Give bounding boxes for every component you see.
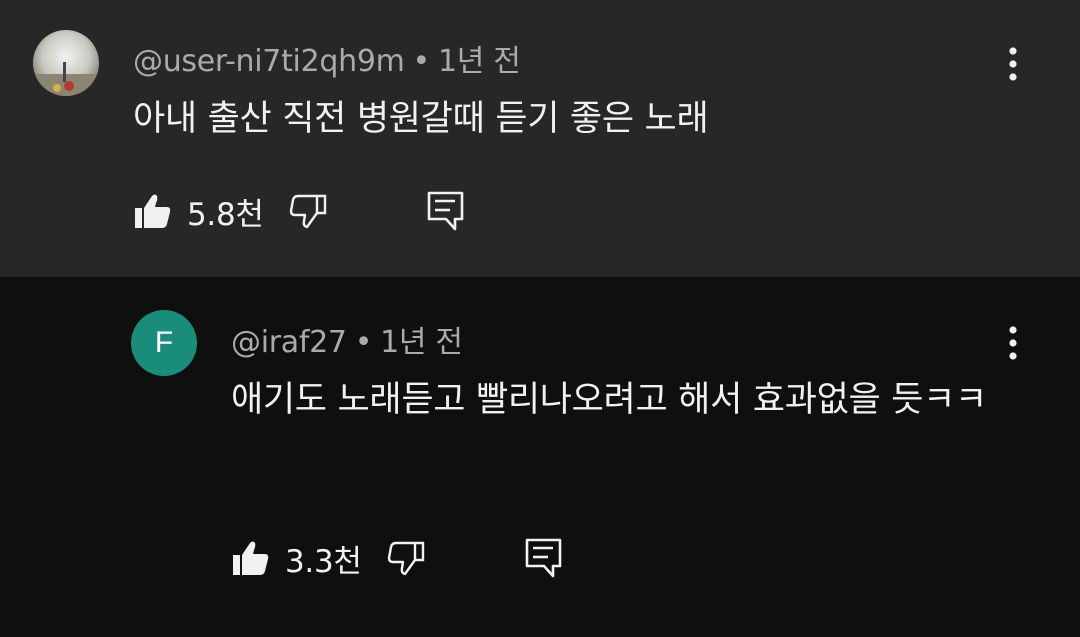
separator-dot: • bbox=[354, 325, 373, 360]
comment-text: 아내 출산 직전 병원갈때 듣기 좋은 노래 bbox=[133, 99, 709, 139]
avatar[interactable]: F bbox=[131, 310, 197, 376]
like-button[interactable] bbox=[133, 191, 173, 231]
dislike-button[interactable] bbox=[288, 191, 328, 231]
like-button[interactable] bbox=[231, 538, 271, 578]
comment-meta: @user-ni7ti2qh9m • 1년 전 bbox=[133, 36, 521, 80]
comment-reply-icon bbox=[427, 191, 463, 231]
more-options-button[interactable] bbox=[993, 34, 1033, 94]
comment-time: 1년 전 bbox=[380, 325, 463, 360]
reply-button[interactable] bbox=[524, 536, 564, 580]
comment-time: 1년 전 bbox=[437, 44, 521, 79]
comment-author[interactable]: @user-ni7ti2qh9m bbox=[133, 44, 405, 79]
thumbs-up-icon bbox=[135, 194, 171, 228]
thumbs-down-icon bbox=[289, 194, 326, 229]
comment-actions: 3.3천 bbox=[231, 536, 564, 580]
comment-thread-parent: @user-ni7ti2qh9m • 1년 전 아내 출산 직전 병원갈때 듣기 좋… bbox=[0, 0, 1080, 277]
reply-button[interactable] bbox=[426, 189, 466, 233]
comment-actions: 5.8천 bbox=[133, 189, 466, 233]
comment-reply-icon bbox=[525, 538, 561, 578]
kebab-menu-icon bbox=[1009, 326, 1017, 360]
kebab-menu-icon bbox=[1009, 47, 1017, 81]
more-options-button[interactable] bbox=[993, 313, 1033, 373]
comment-reply: F @iraf27 • 1년 전 애기도 노래듣고 빨리나오려고 해서 효과없을 듯… bbox=[0, 277, 1080, 637]
like-count: 5.8천 bbox=[187, 196, 264, 233]
like-count: 3.3천 bbox=[285, 543, 362, 580]
avatar-letter: F bbox=[154, 326, 174, 359]
avatar-photo-icon bbox=[33, 30, 99, 96]
dislike-button[interactable] bbox=[386, 538, 426, 578]
thumbs-down-icon bbox=[387, 541, 424, 576]
comment-text: 애기도 노래듣고 빨리나오려고 해서 효과없을 듯ㅋㅋ bbox=[231, 380, 987, 420]
comment-meta: @iraf27 • 1년 전 bbox=[231, 317, 463, 361]
comment-author[interactable]: @iraf27 bbox=[231, 325, 347, 360]
avatar[interactable] bbox=[33, 30, 99, 96]
thumbs-up-icon bbox=[233, 541, 269, 575]
separator-dot: • bbox=[412, 44, 431, 79]
